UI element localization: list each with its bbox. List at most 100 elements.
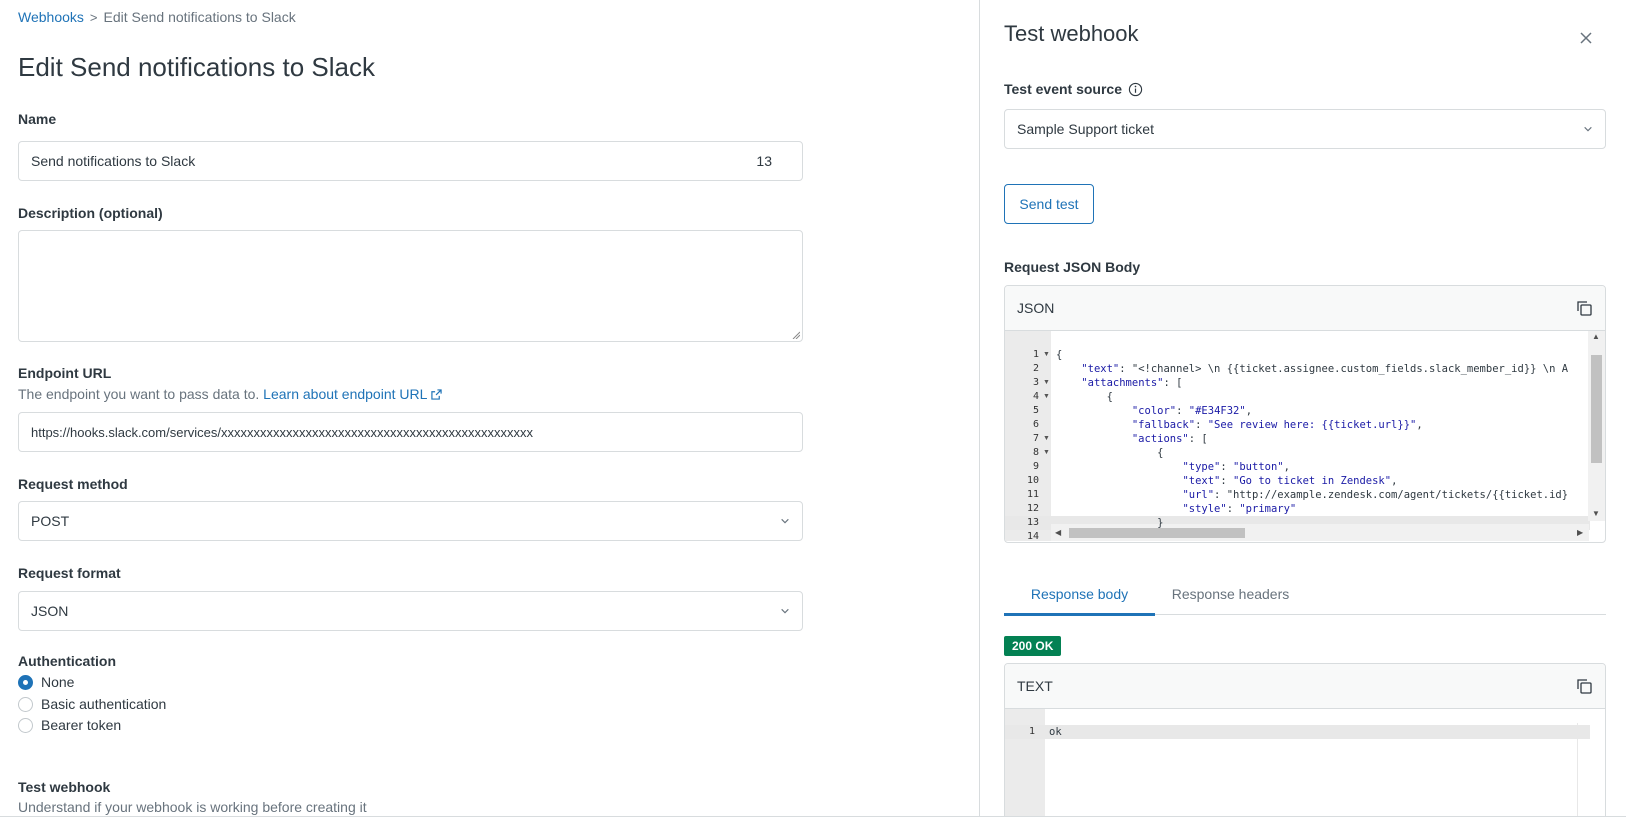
response-code-area[interactable]: 1 ok [1005, 709, 1605, 817]
line-number: 1 [1028, 726, 1035, 737]
webhook-form: Webhooks > Edit Send notifications to Sl… [0, 0, 979, 817]
vertical-scrollbar[interactable]: ▲ ▼ [1588, 331, 1605, 521]
test-event-source-value: Sample Support ticket [1017, 121, 1154, 137]
code-line: { [1056, 447, 1164, 459]
code-line: ok [1049, 726, 1062, 738]
panel-title: Test webhook [1004, 21, 1139, 46]
request-format-select[interactable]: JSON [18, 591, 803, 631]
code-line: "text": "Go to ticket in Zendesk", [1182, 475, 1398, 487]
chevron-down-icon [781, 518, 789, 524]
auth-option-label: Basic authentication [41, 696, 167, 712]
copy-icon[interactable] [1575, 299, 1593, 317]
response-editor-header: TEXT [1005, 664, 1605, 709]
auth-option-none[interactable]: None [18, 674, 74, 690]
scroll-up-arrow[interactable]: ▲ [1592, 332, 1600, 341]
vertical-scroll-thumb[interactable] [1591, 355, 1602, 463]
send-test-button[interactable]: Send test [1004, 184, 1094, 224]
auth-option-bearer[interactable]: Bearer token [18, 717, 121, 733]
test-event-source-text: Test event source [1004, 81, 1123, 97]
code-line: "attachments": [ [1081, 377, 1183, 389]
radio-bearer[interactable] [18, 717, 33, 733]
chevron-down-icon [781, 608, 789, 614]
breadcrumb-current: Edit Send notifications to Slack [103, 9, 296, 25]
request-format-value: JSON [31, 603, 69, 619]
line-number: 10 [1026, 475, 1039, 486]
test-webhook-label: Test webhook [18, 779, 111, 795]
radio-none[interactable] [18, 674, 33, 690]
code-line: { [1056, 391, 1113, 403]
description-textarea[interactable] [18, 230, 803, 342]
code-line: "actions": [ [1131, 433, 1208, 445]
request-format-label: Request format [18, 565, 121, 581]
chevron-down-icon [1584, 126, 1592, 132]
code-line: "url": "http://example.zendesk.com/agent… [1182, 489, 1569, 501]
code-line: "style": "primary" [1182, 503, 1297, 515]
tab-response-body[interactable]: Response body [1004, 575, 1155, 616]
code-line: "color": "#E34F32", [1131, 405, 1253, 417]
scroll-down-arrow[interactable]: ▼ [1592, 509, 1600, 518]
request-method-select[interactable]: POST [18, 501, 803, 541]
line-number: 6 [1032, 419, 1039, 430]
endpoint-url-input[interactable]: https://hooks.slack.com/services/xxxxxxx… [18, 412, 803, 452]
line-number: 14 [1026, 531, 1039, 542]
test-webhook-panel: Test webhook Test event source Sample Su… [980, 0, 1626, 817]
fold-toggle-icon[interactable]: ▼ [1043, 376, 1050, 390]
code-line: { [1056, 349, 1063, 361]
request-method-label: Request method [18, 476, 128, 492]
breadcrumb-separator: > [89, 9, 98, 25]
line-number: 8 [1032, 447, 1039, 458]
request-json-body-label: Request JSON Body [1004, 259, 1141, 275]
window-bottom-border [0, 816, 1626, 817]
request-editor-header: JSON [1005, 286, 1605, 331]
code-line: "text": "<!channel> \n {{ticket.assignee… [1081, 363, 1569, 375]
name-value: Send notifications to Slack [31, 153, 196, 169]
response-lang-label: TEXT [1017, 678, 1053, 694]
breadcrumb: Webhooks > Edit Send notifications to Sl… [18, 9, 296, 25]
fold-toggle-icon[interactable]: ▼ [1043, 446, 1050, 460]
print-margin [1577, 723, 1578, 817]
line-number: 1 [1032, 349, 1039, 360]
auth-option-basic[interactable]: Basic authentication [18, 696, 166, 712]
info-icon[interactable] [1128, 82, 1143, 97]
request-method-value: POST [31, 513, 70, 529]
line-number: 3 [1032, 377, 1039, 388]
code-line: "type": "button", [1182, 461, 1290, 473]
authentication-label: Authentication [18, 653, 116, 669]
endpoint-url-value: https://hooks.slack.com/services/xxxxxxx… [31, 424, 534, 440]
learn-endpoint-url-text: Learn about endpoint URL [263, 386, 427, 402]
test-webhook-hint: Understand if your webhook is working be… [18, 799, 367, 815]
code-line: "fallback": "See review here: {{ticket.u… [1131, 419, 1423, 431]
close-icon[interactable] [1578, 30, 1594, 46]
tab-response-headers[interactable]: Response headers [1155, 575, 1306, 614]
learn-endpoint-url-link[interactable]: Learn about endpoint URL [263, 386, 442, 402]
radio-basic[interactable] [18, 696, 33, 712]
line-number: 13 [1026, 517, 1039, 528]
request-code-area[interactable]: ▲ ▼ ◀ ▶ 1 ▼{2 "text": "<!channel> \n {{ti… [1005, 331, 1605, 542]
fold-toggle-icon[interactable]: ▼ [1043, 348, 1050, 362]
endpoint-label: Endpoint URL [18, 365, 112, 381]
copy-icon[interactable] [1575, 677, 1593, 695]
code-line: } [1056, 517, 1164, 529]
page-title: Edit Send notifications to Slack [18, 52, 375, 82]
line-number: 2 [1032, 363, 1039, 374]
request-json-editor: JSON ▲ ▼ ◀ ▶ 1 ▼{2 "text": "<!channel> \n… [1004, 285, 1606, 543]
name-char-counter: 13 [756, 153, 772, 169]
resize-handle-icon[interactable] [792, 331, 800, 339]
fold-toggle-icon[interactable]: ▼ [1043, 432, 1050, 446]
response-tabs: Response body Response headers [1004, 575, 1606, 616]
name-input[interactable]: Send notifications to Slack 13 [18, 141, 803, 181]
name-label: Name [18, 111, 57, 127]
request-lang-label: JSON [1017, 300, 1055, 316]
fold-toggle-icon[interactable]: ▼ [1043, 390, 1050, 404]
breadcrumb-webhooks-link[interactable]: Webhooks [18, 9, 84, 25]
auth-option-label: Bearer token [41, 717, 122, 733]
line-number: 5 [1032, 405, 1039, 416]
test-event-source-select[interactable]: Sample Support ticket [1004, 109, 1606, 149]
active-line-highlight [1005, 725, 1590, 739]
endpoint-hint: The endpoint you want to pass data to. L… [18, 386, 442, 402]
auth-option-label: None [41, 674, 75, 690]
scroll-right-arrow[interactable]: ▶ [1577, 528, 1583, 537]
line-number: 7 [1032, 433, 1039, 444]
endpoint-hint-text: The endpoint you want to pass data to. [18, 386, 260, 402]
description-label: Description (optional) [18, 205, 163, 221]
